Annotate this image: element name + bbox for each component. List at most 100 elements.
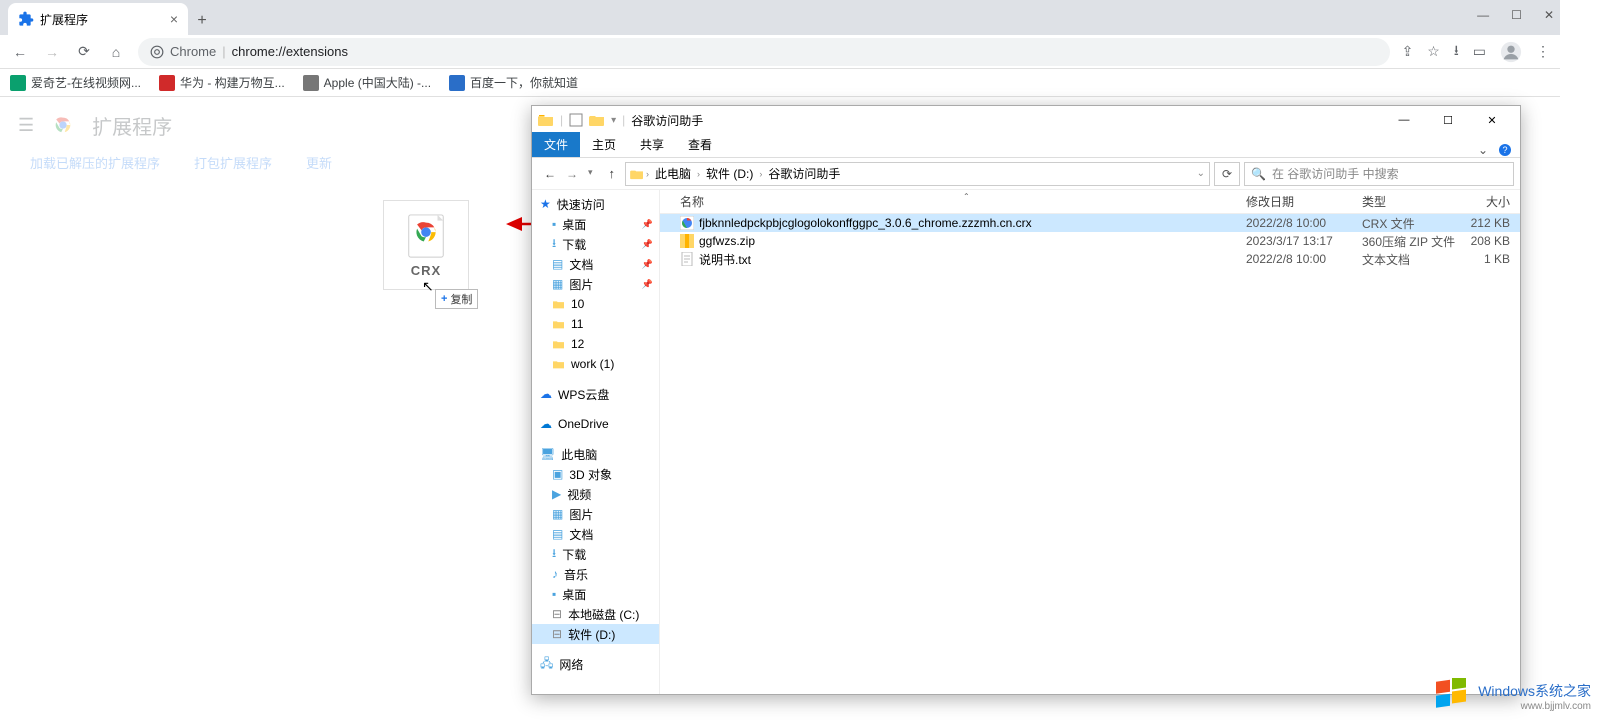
share-icon[interactable]: ⇪: [1402, 43, 1414, 60]
file-explorer-window: | ▾ | 谷歌访问助手 — ☐ ✕ 文件 主页 共享 查看 ⌄? ← → ▾ …: [531, 105, 1521, 695]
explorer-titlebar[interactable]: | ▾ | 谷歌访问助手 — ☐ ✕: [532, 106, 1520, 134]
ribbon-tab-home[interactable]: 主页: [580, 132, 628, 157]
col-date: 修改日期: [1246, 193, 1362, 210]
up-button[interactable]: ↑: [603, 166, 622, 181]
bookmark-item[interactable]: 百度一下，你就知道: [449, 74, 578, 91]
new-tab-button[interactable]: +: [188, 7, 216, 35]
sidebar-item[interactable]: ⊟软件 (D:): [532, 624, 659, 644]
svg-text:?: ?: [1502, 145, 1507, 155]
sidebar-quick-access[interactable]: ★快速访问: [532, 194, 659, 214]
breadcrumb[interactable]: › 此电脑› 软件 (D:)› 谷歌访问助手 ⌄: [625, 162, 1210, 186]
crx-file-icon: [680, 216, 694, 230]
tab-bar: 扩展程序 × + — ☐ ✕: [0, 0, 1560, 35]
sidebar-item[interactable]: ▤文档: [532, 524, 659, 544]
file-row[interactable]: fjbknnledpckpbjcglogolokonffggpc_3.0.6_c…: [660, 214, 1520, 232]
tab-close-icon[interactable]: ×: [170, 11, 178, 27]
reading-list-icon[interactable]: ▭: [1473, 43, 1486, 60]
sidebar-item[interactable]: ▶视频: [532, 484, 659, 504]
bookmarks-bar: 爱奇艺-在线视频网... 华为 - 构建万物互... Apple (中国大陆) …: [0, 69, 1560, 97]
folder-icon: [538, 113, 554, 127]
file-row[interactable]: ggfwzs.zip 2023/3/17 13:17 360压缩 ZIP 文件 …: [660, 232, 1520, 250]
crx-file-icon: [403, 213, 449, 259]
url-text: chrome://extensions: [232, 44, 348, 59]
folder-icon: [589, 113, 605, 127]
sidebar-item[interactable]: ⊟本地磁盘 (C:): [532, 604, 659, 624]
load-unpacked-button[interactable]: 加载已解压的扩展程序: [30, 153, 160, 172]
back-button[interactable]: ←: [10, 44, 30, 60]
sidebar-item[interactable]: work (1): [532, 354, 659, 374]
bookmark-star-icon[interactable]: ☆: [1427, 43, 1440, 60]
breadcrumb-segment[interactable]: 谷歌访问助手: [764, 165, 844, 182]
bookmark-item[interactable]: Apple (中国大陆) -...: [303, 74, 431, 91]
sidebar-item[interactable]: ▦图片: [532, 504, 659, 524]
menu-icon[interactable]: ☰: [18, 115, 34, 136]
bookmark-item[interactable]: 华为 - 构建万物互...: [159, 74, 285, 91]
sidebar-item[interactable]: ▣3D 对象: [532, 464, 659, 484]
sidebar-item[interactable]: 12: [532, 334, 659, 354]
sidebar-item[interactable]: ♪音乐: [532, 564, 659, 584]
breadcrumb-segment[interactable]: 软件 (D:): [702, 165, 757, 182]
help-icon[interactable]: ?: [1498, 143, 1512, 157]
minimize-button[interactable]: —: [1382, 106, 1426, 134]
bookmark-item[interactable]: 爱奇艺-在线视频网...: [10, 74, 141, 91]
window-title: 谷歌访问助手: [631, 112, 703, 129]
sidebar-item[interactable]: ▤文档📌: [532, 254, 659, 274]
close-button[interactable]: ✕: [1544, 8, 1554, 22]
file-row[interactable]: 说明书.txt 2022/2/8 10:00 文本文档 1 KB: [660, 250, 1520, 268]
omnibox[interactable]: Chrome | chrome://extensions: [138, 38, 1390, 66]
checkbox-icon[interactable]: [569, 113, 583, 127]
recent-dropdown[interactable]: ▾: [588, 167, 593, 181]
ribbon-tab-share[interactable]: 共享: [628, 132, 676, 157]
url-scheme: Chrome: [170, 44, 216, 59]
search-placeholder: 在 谷歌访问助手 中搜索: [1272, 165, 1399, 182]
refresh-button[interactable]: ⟳: [1214, 162, 1240, 186]
ribbon-tab-file[interactable]: 文件: [532, 132, 580, 157]
sidebar-item[interactable]: 11: [532, 314, 659, 334]
sidebar-onedrive[interactable]: ☁OneDrive: [532, 414, 659, 434]
sidebar: ★快速访问 ▪桌面📌 ⭳下载📌 ▤文档📌 ▦图片📌 10 11 12 work …: [532, 190, 660, 694]
ribbon-tabs: 文件 主页 共享 查看 ⌄?: [532, 134, 1520, 158]
profile-avatar[interactable]: [1500, 41, 1522, 63]
ribbon-tab-view[interactable]: 查看: [676, 132, 724, 157]
copy-tooltip: +复制: [435, 289, 478, 309]
sidebar-this-pc[interactable]: 🖥此电脑: [532, 444, 659, 464]
chrome-icon: [150, 45, 164, 59]
breadcrumb-segment[interactable]: 此电脑: [651, 165, 695, 182]
sidebar-item[interactable]: ▦图片📌: [532, 274, 659, 294]
browser-tab[interactable]: 扩展程序 ×: [8, 3, 188, 35]
path-bar: ← → ▾ ↑ › 此电脑› 软件 (D:)› 谷歌访问助手 ⌄ ⟳ 🔍 在 谷…: [532, 158, 1520, 190]
sidebar-item[interactable]: ▪桌面: [532, 584, 659, 604]
col-type: 类型: [1362, 193, 1460, 210]
sidebar-item[interactable]: ▪桌面📌: [532, 214, 659, 234]
col-name: ⌃名称: [680, 193, 1246, 210]
downloads-icon[interactable]: ⭳: [1454, 40, 1459, 64]
close-button[interactable]: ✕: [1470, 106, 1514, 134]
sidebar-network[interactable]: 🖧网络: [532, 654, 659, 674]
back-button[interactable]: ←: [544, 167, 556, 181]
maximize-button[interactable]: ☐: [1426, 106, 1470, 134]
reload-button[interactable]: ⟳: [74, 43, 94, 60]
zip-file-icon: [680, 234, 694, 248]
page-title: 扩展程序: [92, 111, 172, 140]
minimize-button[interactable]: —: [1477, 8, 1489, 22]
search-icon: 🔍: [1251, 167, 1266, 181]
pack-extension-button[interactable]: 打包扩展程序: [194, 153, 272, 172]
ribbon-collapse-icon[interactable]: ⌄: [1478, 143, 1488, 157]
watermark: Windows系统之家 www.bjjmlv.com: [1434, 678, 1591, 714]
update-button[interactable]: 更新: [306, 153, 332, 172]
forward-button[interactable]: →: [566, 167, 578, 181]
search-input[interactable]: 🔍 在 谷歌访问助手 中搜索: [1244, 162, 1514, 186]
column-headers[interactable]: ⌃名称 修改日期 类型 大小: [660, 190, 1520, 214]
sidebar-item[interactable]: ⭳下载: [532, 544, 659, 564]
maximize-button[interactable]: ☐: [1511, 8, 1522, 22]
home-button[interactable]: ⌂: [106, 44, 126, 60]
sidebar-item[interactable]: ⭳下载📌: [532, 234, 659, 254]
folder-icon: [630, 168, 644, 180]
col-size: 大小: [1460, 193, 1520, 210]
path-dropdown-icon[interactable]: ⌄: [1197, 168, 1205, 179]
menu-icon[interactable]: ⋮: [1536, 43, 1550, 60]
forward-button[interactable]: →: [42, 44, 62, 60]
sidebar-item[interactable]: 10: [532, 294, 659, 314]
file-list: ⌃名称 修改日期 类型 大小 fjbknnledpckpbjcglogoloko…: [660, 190, 1520, 694]
sidebar-wps[interactable]: ☁WPS云盘: [532, 384, 659, 404]
